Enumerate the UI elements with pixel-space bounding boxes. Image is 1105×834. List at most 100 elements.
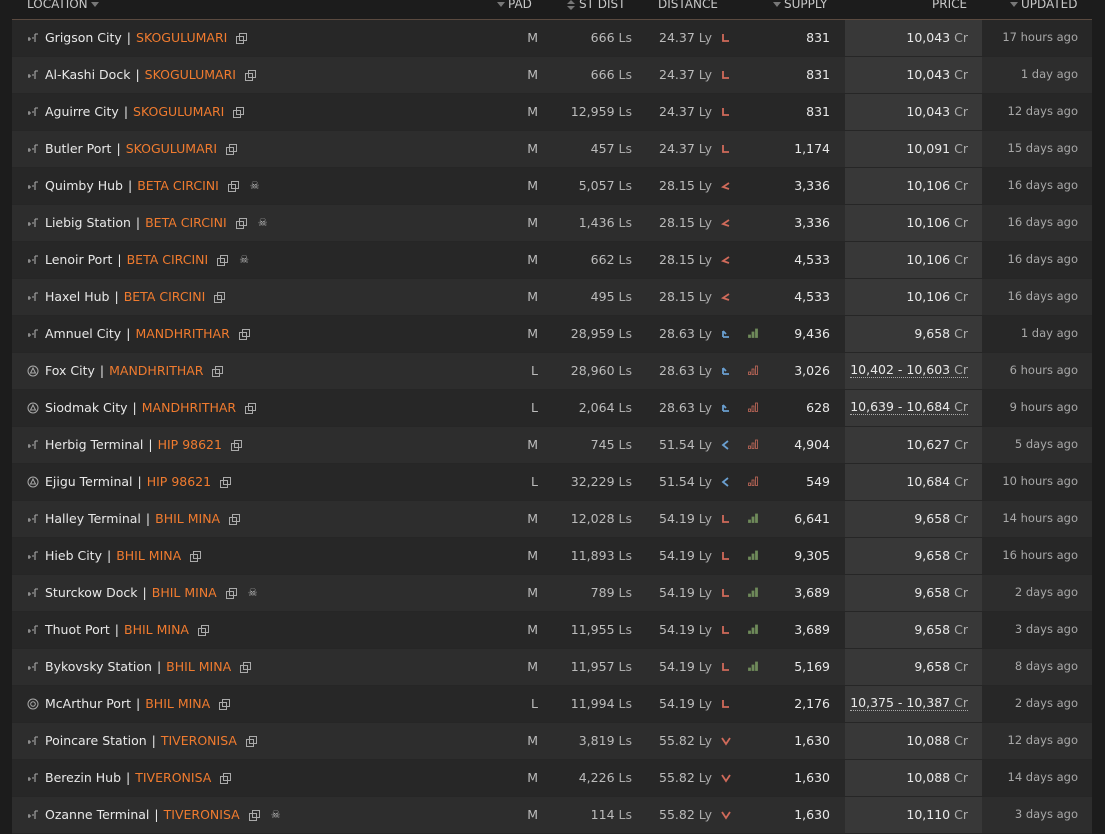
copy-icon[interactable] [198, 624, 209, 636]
copy-icon[interactable] [245, 402, 257, 414]
system-name[interactable]: BHIL MINA [116, 548, 181, 563]
station-name[interactable]: Fox City [45, 363, 95, 378]
table-row[interactable]: Grigson City | SKOGULUMARI M 666 Ls 24.37 Ly 8… [12, 20, 1092, 57]
copy-icon[interactable] [217, 254, 229, 266]
copy-icon[interactable] [212, 365, 224, 377]
table-row[interactable]: Aguirre City | SKOGULUMARI M 12,959 Ls 24.37 … [12, 94, 1092, 131]
system-name[interactable]: TIVERONISA [135, 770, 211, 785]
table-row[interactable]: Hieb City | BHIL MINA M 11,893 Ls 54.19 Ly 9,3… [12, 538, 1092, 575]
copy-icon[interactable] [238, 328, 250, 340]
system-name[interactable]: MANDHRITHAR [109, 363, 203, 378]
station-name[interactable]: Berezin Hub [45, 770, 121, 785]
system-name[interactable]: MANDHRITHAR [135, 326, 229, 341]
station-name[interactable]: Thuot Port [45, 622, 110, 637]
table-row[interactable]: Halley Terminal | BHIL MINA M 12,028 Ls 54.19… [12, 501, 1092, 538]
column-header-pad[interactable]: PAD [494, 0, 532, 11]
table-row[interactable]: Sturckow Dock | BHIL MINA ☠ M 789 Ls 54.19 Ly 3… [12, 575, 1092, 612]
station-name[interactable]: Haxel Hub [45, 289, 109, 304]
system-name[interactable]: BHIL MINA [124, 622, 189, 637]
system-name[interactable]: BHIL MINA [166, 659, 231, 674]
station-name[interactable]: Al-Kashi Dock [45, 67, 130, 82]
copy-icon[interactable] [229, 513, 241, 525]
table-row[interactable]: Quimby Hub | BETA CIRCINI ☠ M 5,057 Ls 28.15 L… [12, 168, 1092, 205]
copy-icon[interactable] [230, 439, 242, 451]
table-row[interactable]: Butler Port | SKOGULUMARI M 457 Ls 24.37 Ly 1,… [12, 131, 1092, 168]
updated-time: 16 days ago [1007, 289, 1078, 303]
table-row[interactable]: Fox City | MANDHRITHAR L 28,960 Ls 28.63 Ly 3,… [12, 353, 1092, 390]
column-header-distance[interactable]: DISTANCE [658, 0, 718, 11]
copy-icon[interactable] [240, 661, 252, 673]
copy-icon[interactable] [248, 809, 260, 821]
system-name[interactable]: BETA CIRCINI [124, 289, 206, 304]
copy-icon[interactable] [214, 291, 226, 303]
table-row[interactable]: Haxel Hub | BETA CIRCINI M 495 Ls 28.15 Ly 4,5… [12, 279, 1092, 316]
copy-icon[interactable] [190, 550, 202, 562]
station-name[interactable]: Liebig Station [45, 215, 131, 230]
station-name[interactable]: Aguirre City [45, 104, 119, 119]
table-row[interactable]: Liebig Station | BETA CIRCINI ☠ M 1,436 Ls 28.… [12, 205, 1092, 242]
column-header-supply[interactable]: SUPPLY [770, 0, 827, 11]
station-name[interactable]: Poincare Station [45, 733, 147, 748]
station-distance: 12,028 Ls [570, 511, 632, 526]
system-name[interactable]: SKOGULUMARI [136, 30, 227, 45]
copy-icon[interactable] [219, 698, 231, 710]
pad-size: M [527, 437, 538, 452]
system-name[interactable]: BETA CIRCINI [127, 252, 209, 267]
system-name[interactable]: HIP 98621 [158, 437, 222, 452]
copy-icon[interactable] [235, 217, 247, 229]
station-name[interactable]: Ejigu Terminal [45, 474, 133, 489]
station-distance: 4,226 Ls [578, 770, 632, 785]
system-name[interactable]: BHIL MINA [152, 585, 217, 600]
station-name[interactable]: Butler Port [45, 141, 111, 156]
copy-icon[interactable] [220, 772, 232, 784]
system-name[interactable]: BHIL MINA [155, 511, 220, 526]
copy-icon[interactable] [220, 476, 232, 488]
separator: | [126, 770, 131, 785]
table-row[interactable]: McArthur Port | BHIL MINA L 11,994 Ls 54.19 L… [12, 686, 1092, 723]
station-name[interactable]: Ozanne Terminal [45, 807, 149, 822]
station-name[interactable]: Amnuel City [45, 326, 121, 341]
copy-icon[interactable] [244, 69, 256, 81]
copy-icon[interactable] [245, 735, 257, 747]
column-header-location[interactable]: LOCATION [27, 0, 102, 11]
station-name[interactable]: Siodmak City [45, 400, 128, 415]
station-name[interactable]: Herbig Terminal [45, 437, 143, 452]
copy-icon[interactable] [226, 143, 238, 155]
station-name[interactable]: Grigson City [45, 30, 122, 45]
copy-icon[interactable] [225, 587, 237, 599]
table-row[interactable]: Bykovsky Station | BHIL MINA M 11,957 Ls 54.1… [12, 649, 1092, 686]
system-name[interactable]: BHIL MINA [145, 696, 210, 711]
copy-icon[interactable] [236, 32, 248, 44]
system-name[interactable]: BETA CIRCINI [137, 178, 219, 193]
station-name[interactable]: McArthur Port [45, 696, 131, 711]
table-row[interactable]: Berezin Hub | TIVERONISA M 4,226 Ls 55.82 Ly 1… [12, 760, 1092, 797]
station-name[interactable]: Halley Terminal [45, 511, 141, 526]
system-name[interactable]: SKOGULUMARI [145, 67, 236, 82]
table-row[interactable]: Thuot Port | BHIL MINA M 11,955 Ls 54.19 Ly 3,… [12, 612, 1092, 649]
column-header-price[interactable]: PRICE [932, 0, 967, 11]
table-row[interactable]: Amnuel City | MANDHRITHAR M 28,959 Ls 28.63 L… [12, 316, 1092, 353]
copy-icon[interactable] [227, 180, 239, 192]
system-name[interactable]: MANDHRITHAR [142, 400, 236, 415]
station-name[interactable]: Bykovsky Station [45, 659, 152, 674]
system-name[interactable]: HIP 98621 [147, 474, 211, 489]
column-header-updated[interactable]: UPDATED [1007, 0, 1077, 11]
system-name[interactable]: SKOGULUMARI [133, 104, 224, 119]
table-row[interactable]: Ejigu Terminal | HIP 98621 L 32,229 Ls 51.54 … [12, 464, 1092, 501]
system-name[interactable]: BETA CIRCINI [145, 215, 227, 230]
system-name[interactable]: SKOGULUMARI [126, 141, 217, 156]
table-row[interactable]: Poincare Station | TIVERONISA M 3,819 Ls 55.8… [12, 723, 1092, 760]
table-row[interactable]: Herbig Terminal | HIP 98621 M 745 Ls 51.54 Ly… [12, 427, 1092, 464]
station-name[interactable]: Quimby Hub [45, 178, 123, 193]
station-name[interactable]: Sturckow Dock [45, 585, 138, 600]
column-header-st-dist[interactable]: ST DIST [567, 0, 626, 11]
system-name[interactable]: TIVERONISA [164, 807, 240, 822]
table-row[interactable]: Al-Kashi Dock | SKOGULUMARI M 666 Ls 24.37 Ly… [12, 57, 1092, 94]
station-name[interactable]: Lenoir Port [45, 252, 112, 267]
table-row[interactable]: Ozanne Terminal | TIVERONISA ☠ M 114 Ls 55.82 … [12, 797, 1092, 834]
copy-icon[interactable] [233, 106, 245, 118]
system-name[interactable]: TIVERONISA [161, 733, 237, 748]
table-row[interactable]: Lenoir Port | BETA CIRCINI ☠ M 662 Ls 28.15 Ly… [12, 242, 1092, 279]
table-row[interactable]: Siodmak City | MANDHRITHAR L 2,064 Ls 28.63 L… [12, 390, 1092, 427]
station-name[interactable]: Hieb City [45, 548, 102, 563]
